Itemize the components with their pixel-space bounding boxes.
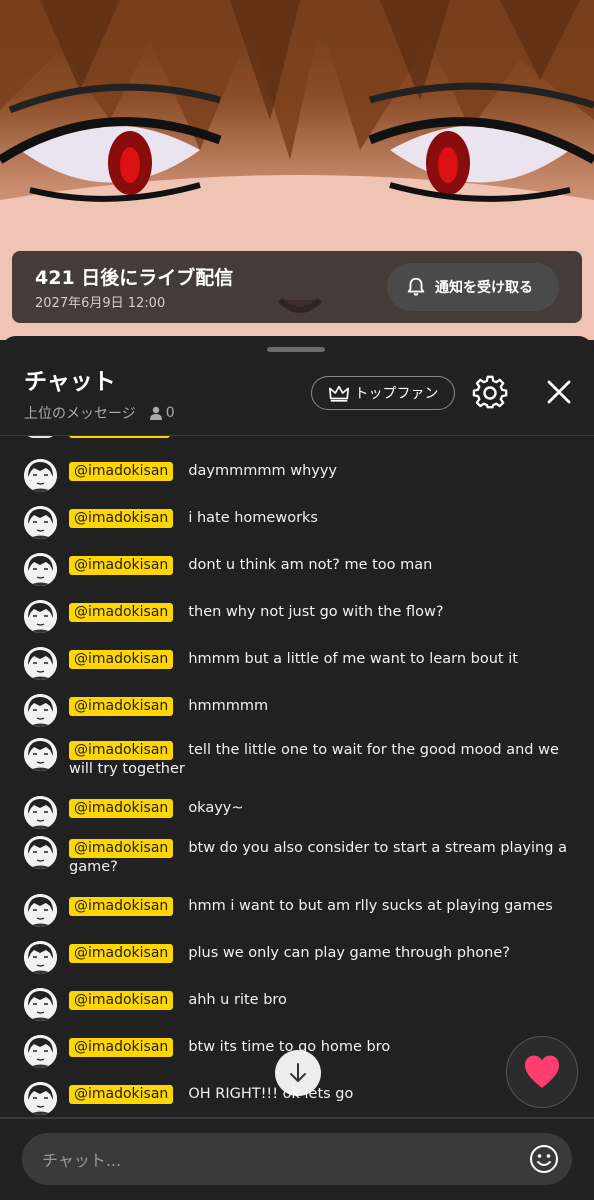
avatar[interactable] bbox=[24, 1035, 57, 1068]
author-badge[interactable]: @imadokisan bbox=[69, 897, 174, 916]
live-countdown-title: 421 日後にライブ配信 bbox=[35, 267, 234, 289]
live-schedule-banner: 421 日後にライブ配信 2027年6月9日 12:00 通知を受け取る bbox=[12, 251, 582, 323]
top-fan-label: トップファン bbox=[354, 386, 439, 402]
avatar[interactable] bbox=[24, 647, 57, 680]
avatar[interactable] bbox=[24, 988, 57, 1021]
video-thumbnail[interactable]: 421 日後にライブ配信 2027年6月9日 12:00 通知を受け取る bbox=[0, 0, 594, 340]
scroll-to-bottom-button[interactable] bbox=[275, 1050, 321, 1096]
avatar[interactable] bbox=[24, 796, 57, 829]
author-badge[interactable]: @imadokisan bbox=[69, 556, 174, 575]
author-badge[interactable]: @imadokisan bbox=[69, 741, 174, 760]
avatar[interactable] bbox=[24, 459, 57, 492]
emoji-icon[interactable] bbox=[529, 1144, 559, 1174]
arrow-down-icon bbox=[290, 1063, 306, 1082]
avatar[interactable] bbox=[24, 506, 57, 539]
avatar[interactable] bbox=[24, 694, 57, 727]
drag-handle[interactable] bbox=[267, 347, 325, 352]
bell-icon bbox=[407, 277, 425, 296]
author-badge[interactable]: @imadokisan bbox=[69, 1085, 174, 1104]
close-icon[interactable] bbox=[543, 376, 575, 408]
notify-button[interactable]: 通知を受け取る bbox=[387, 263, 559, 311]
message-text: then why not just go with the flow? bbox=[188, 604, 444, 620]
avatar[interactable] bbox=[24, 738, 57, 771]
message-text: i hate homeworks bbox=[188, 510, 318, 526]
avatar[interactable] bbox=[24, 941, 57, 974]
avatar[interactable] bbox=[24, 1082, 57, 1115]
author-badge[interactable]: @imadokisan bbox=[69, 991, 174, 1010]
author-badge[interactable]: @imadokisan bbox=[69, 603, 174, 622]
message-text: OH RIGHT!!! ok lets go bbox=[188, 1086, 354, 1102]
author-badge[interactable]: @imadokisan bbox=[69, 799, 174, 818]
avatar[interactable] bbox=[24, 553, 57, 586]
author-badge[interactable]: @imadokisan bbox=[69, 509, 174, 528]
top-fan-button[interactable]: トップファン bbox=[311, 376, 455, 410]
message-text: hmm i want to but am rlly sucks at playi… bbox=[188, 898, 553, 914]
live-datetime: 2027年6月9日 12:00 bbox=[35, 296, 166, 311]
heart-reaction-button[interactable] bbox=[506, 1036, 578, 1108]
chat-input[interactable] bbox=[40, 1133, 534, 1187]
message-text: hmmmmm bbox=[188, 698, 269, 714]
chat-title: チャット bbox=[24, 369, 116, 395]
author-badge[interactable]: @imadokisan bbox=[69, 650, 174, 669]
heart-icon bbox=[525, 1055, 559, 1088]
chat-filter-selector[interactable]: 上位のメッセージ 0 bbox=[24, 403, 175, 423]
chat-message-list[interactable]: @imadokisan daymmmmm whyyy @imadokisan i h… bbox=[0, 436, 594, 1116]
message-text: okayy~ bbox=[188, 800, 244, 816]
author-badge[interactable]: @imadokisan bbox=[69, 1038, 174, 1057]
author-badge[interactable]: @imadokisan bbox=[69, 839, 174, 858]
input-divider bbox=[0, 1117, 594, 1119]
crown-icon bbox=[328, 385, 349, 402]
message-text: daymmmmm whyyy bbox=[188, 463, 338, 479]
notify-button-label: 通知を受け取る bbox=[435, 280, 533, 296]
message-text: dont u think am not? me too man bbox=[188, 557, 433, 573]
avatar[interactable] bbox=[24, 600, 57, 633]
message-text: hmmm but a little of me want to learn bo… bbox=[188, 651, 518, 667]
avatar[interactable] bbox=[24, 836, 57, 869]
gear-icon[interactable] bbox=[472, 374, 508, 410]
author-badge[interactable]: @imadokisan bbox=[69, 944, 174, 963]
chat-input-container bbox=[22, 1133, 572, 1187]
author-badge[interactable]: @imadokisan bbox=[69, 462, 174, 481]
chat-filter-label: 上位のメッセージ bbox=[24, 406, 136, 422]
viewer-count: 0 bbox=[148, 405, 175, 421]
person-icon bbox=[149, 406, 162, 420]
viewer-count-value: 0 bbox=[165, 405, 175, 421]
message-text: ahh u rite bro bbox=[188, 992, 287, 1008]
author-badge[interactable]: @imadokisan bbox=[69, 697, 174, 716]
message-text: plus we only can play game through phone… bbox=[188, 945, 510, 961]
avatar[interactable] bbox=[24, 894, 57, 927]
